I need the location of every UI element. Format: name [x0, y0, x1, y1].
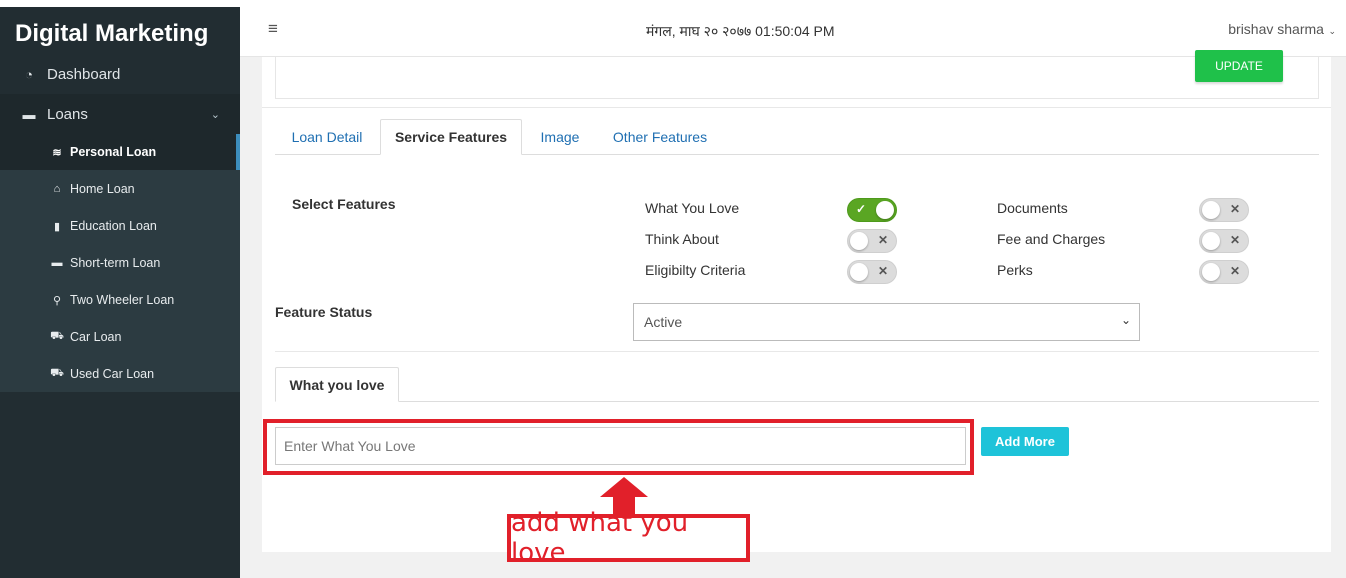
tab-image[interactable]: Image — [525, 119, 595, 155]
chevron-down-icon: ⌄ — [1120, 313, 1131, 327]
home-icon: ⌂ — [53, 183, 61, 195]
add-more-button[interactable]: Add More — [981, 427, 1069, 456]
sidebar-item-label: Dashboard — [47, 65, 121, 83]
sidebar-item-dashboard[interactable]: ◔ Dashboard — [0, 56, 240, 92]
brand-title: Digital Marketing — [15, 20, 209, 47]
header-datetime: मंगल, माघ २० २०७७ 01:50:04 PM — [646, 23, 835, 39]
select-features-label: Select Features — [292, 196, 396, 212]
toggle-knob — [1202, 232, 1220, 250]
feature-status-label: Feature Status — [275, 304, 373, 320]
motorcycle-icon: ⚲ — [52, 294, 62, 307]
subtab-bar: What you love — [275, 367, 1319, 402]
close-icon: ✕ — [1229, 202, 1240, 216]
close-icon: ✕ — [1229, 233, 1240, 247]
toggle-knob — [876, 201, 894, 219]
toggle-knob — [850, 263, 868, 281]
money-icon: ≋ — [52, 146, 62, 159]
dashboard-icon: ◔ — [25, 66, 33, 82]
top-strip — [0, 0, 1346, 7]
feature-status-value: Active — [644, 314, 683, 330]
sidebar-item-label: Home Loan — [70, 182, 135, 196]
toggle-documents[interactable]: ✕ — [1199, 198, 1249, 222]
sidebar-item-label: Short-term Loan — [70, 256, 161, 270]
toggle-eligibility-criteria[interactable]: ✕ — [847, 260, 897, 284]
feature-label-fee-and-charges: Fee and Charges — [997, 231, 1106, 247]
top-section-box — [275, 57, 1319, 99]
sidebar-item-label: Two Wheeler Loan — [70, 293, 175, 307]
sidebar-item-education-loan[interactable]: ▮ Education Loan — [0, 208, 240, 244]
feature-label-think-about: Think About — [645, 231, 719, 247]
close-icon: ✕ — [877, 233, 888, 247]
sidebar-item-car-loan[interactable]: ⛟ Car Loan — [0, 319, 240, 355]
feature-label-what-you-love: What You Love — [645, 200, 740, 216]
tab-loan-detail[interactable]: Loan Detail — [275, 119, 379, 155]
car-icon: ⛟ — [50, 330, 64, 342]
sidebar-item-personal-loan[interactable]: ≋ Personal Loan — [0, 134, 240, 170]
chevron-down-icon: ⌄ — [1325, 26, 1336, 36]
input-placeholder: Enter What You Love — [284, 438, 416, 454]
sidebar-item-loans[interactable]: ▬ Loans ⌄ — [0, 94, 240, 134]
sidebar-item-label: Personal Loan — [70, 145, 157, 159]
toggle-what-you-love[interactable]: ✓ — [847, 198, 897, 222]
hamburger-menu-icon[interactable]: ≡ — [268, 19, 278, 39]
divider — [275, 351, 1319, 352]
sidebar-item-short-term-loan[interactable]: ▬ Short-term Loan — [0, 245, 240, 281]
loans-icon: ▬ — [22, 106, 36, 122]
top-header: ≡ मंगल, माघ २० २०७७ 01:50:04 PM brishav … — [240, 7, 1346, 57]
check-icon: ✓ — [856, 202, 867, 216]
user-menu[interactable]: brishav sharma ⌄ — [1228, 21, 1336, 37]
feature-label-eligibility-criteria: Eligibilty Criteria — [645, 262, 746, 278]
tab-other-features[interactable]: Other Features — [605, 119, 715, 155]
sidebar-item-label: Used Car Loan — [70, 367, 155, 381]
arrow-up-icon — [600, 477, 648, 497]
annotation-note: add what you love — [507, 508, 750, 568]
divider — [262, 107, 1331, 108]
card-icon: ▬ — [51, 257, 63, 269]
close-icon: ✕ — [877, 264, 888, 278]
close-icon: ✕ — [1229, 264, 1240, 278]
what-you-love-input[interactable]: Enter What You Love — [275, 427, 966, 465]
toggle-fee-and-charges[interactable]: ✕ — [1199, 229, 1249, 253]
feature-label-perks: Perks — [997, 262, 1033, 278]
sidebar: Digital Marketing ◔ Dashboard ▬ Loans ⌄ … — [0, 0, 240, 578]
feature-label-documents: Documents — [997, 200, 1068, 216]
sidebar-item-label: Education Loan — [70, 219, 157, 233]
toggle-knob — [850, 232, 868, 250]
book-icon: ▮ — [53, 220, 61, 233]
toggle-knob — [1202, 263, 1220, 281]
toggle-perks[interactable]: ✕ — [1199, 260, 1249, 284]
toggle-think-about[interactable]: ✕ — [847, 229, 897, 253]
tab-service-features[interactable]: Service Features — [380, 119, 522, 155]
chevron-down-icon: ⌄ — [210, 108, 220, 121]
toggle-knob — [1202, 201, 1220, 219]
tab-bar: Loan Detail Service Features Image Other… — [275, 119, 1319, 155]
feature-status-select[interactable]: Active ⌄ — [633, 303, 1140, 341]
user-name: brishav sharma — [1228, 21, 1324, 37]
sidebar-item-home-loan[interactable]: ⌂ Home Loan — [0, 171, 240, 207]
car-icon: ⛟ — [50, 367, 64, 379]
sidebar-item-two-wheeler-loan[interactable]: ⚲ Two Wheeler Loan — [0, 282, 240, 318]
update-button[interactable]: UPDATE — [1195, 50, 1283, 82]
tab-what-you-love[interactable]: What you love — [275, 367, 399, 402]
sidebar-item-used-car-loan[interactable]: ⛟ Used Car Loan — [0, 356, 240, 392]
sidebar-item-label: Loans — [47, 105, 88, 123]
sidebar-item-label: Car Loan — [70, 330, 122, 344]
